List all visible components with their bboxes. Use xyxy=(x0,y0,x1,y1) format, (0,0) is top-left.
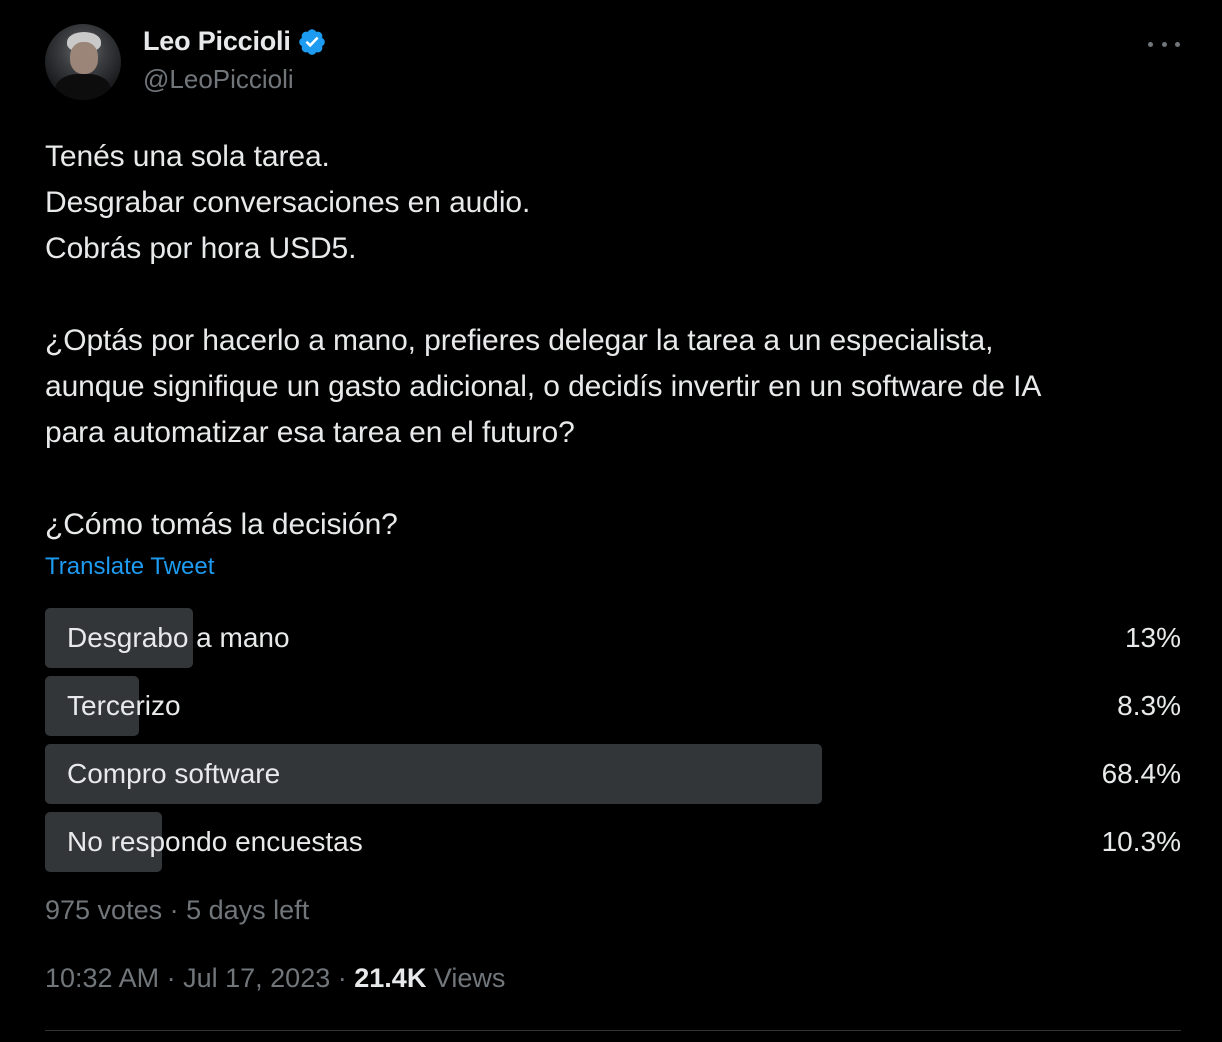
tweet-text-line: ¿Cómo tomás la decisión? xyxy=(45,508,398,541)
tweet-text-line: aunque signifique un gasto adicional, o … xyxy=(45,370,1042,403)
poll-time-left: 5 days left xyxy=(186,895,310,925)
translate-tweet-link[interactable]: Translate Tweet xyxy=(45,553,214,581)
verified-badge-icon xyxy=(297,27,327,57)
tweet-date[interactable]: Jul 17, 2023 xyxy=(183,963,330,993)
poll-option: No respondo encuestas 10.3% xyxy=(45,812,1181,872)
poll-footer: 975 votes · 5 days left xyxy=(45,895,309,926)
tweet-text-line: Tenés una sola tarea. xyxy=(45,140,330,173)
poll-option-percent: 8.3% xyxy=(1117,690,1181,721)
divider xyxy=(45,1030,1181,1031)
poll-option-label: Desgrabo a mano xyxy=(67,622,290,653)
poll-option: Tercerizo 8.3% xyxy=(45,676,1181,736)
author-handle[interactable]: @LeoPiccioli xyxy=(143,64,294,95)
tweet-meta: 10:32 AM · Jul 17, 2023 · 21.4K Views xyxy=(45,963,505,994)
tweet-text-line: para automatizar esa tarea en el futuro? xyxy=(45,416,575,449)
poll-option-percent: 68.4% xyxy=(1101,758,1181,789)
meta-separator: · xyxy=(166,963,176,993)
views-count[interactable]: 21.4K xyxy=(354,963,426,993)
poll-option-percent: 10.3% xyxy=(1101,826,1181,857)
more-options-icon[interactable] xyxy=(1148,34,1180,54)
views-label[interactable]: Views xyxy=(434,963,506,993)
poll: Desgrabo a mano 13% Tercerizo 8.3% Compr… xyxy=(45,608,1181,880)
poll-option: Compro software 68.4% xyxy=(45,744,1181,804)
tweet-time[interactable]: 10:32 AM xyxy=(45,963,159,993)
avatar[interactable] xyxy=(45,24,121,100)
author-name-row[interactable]: Leo Piccioli xyxy=(143,26,327,57)
tweet-text-line: Desgrabar conversaciones en audio. xyxy=(45,186,531,219)
poll-option-label: Compro software xyxy=(67,758,281,789)
author-display-name[interactable]: Leo Piccioli xyxy=(143,26,291,57)
tweet-text-line: ¿Optás por hacerlo a mano, prefieres del… xyxy=(45,324,994,357)
poll-option-percent: 13% xyxy=(1124,622,1181,653)
poll-option: Desgrabo a mano 13% xyxy=(45,608,1181,668)
poll-option-label: No respondo encuestas xyxy=(67,826,363,857)
poll-votes: 975 votes xyxy=(45,895,163,925)
poll-option-label: Tercerizo xyxy=(67,690,181,721)
poll-footer-separator: · xyxy=(169,895,179,925)
tweet: Leo Piccioli @LeoPiccioli Tenés una sola… xyxy=(0,0,1222,1042)
tweet-text-line: Cobrás por hora USD5. xyxy=(45,232,357,265)
meta-separator: · xyxy=(337,963,347,993)
